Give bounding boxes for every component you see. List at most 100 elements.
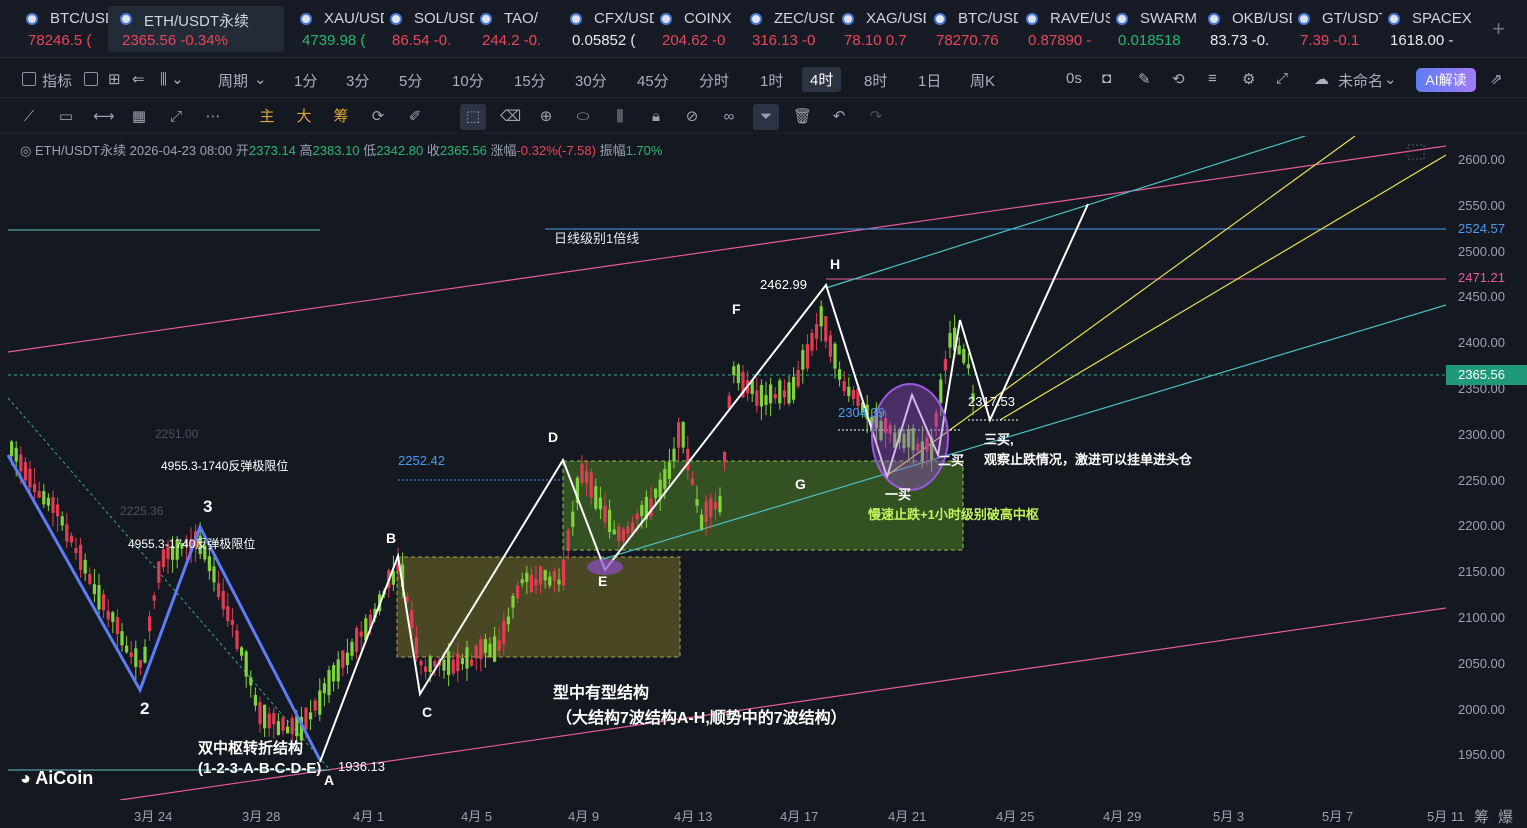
ticker-2[interactable]: XAU/USDT 4739.98 ( (288, 6, 384, 52)
ticker-6[interactable]: COINX 204.62 -0 (648, 6, 736, 52)
candle-body (28, 468, 32, 488)
candle-body (327, 670, 331, 696)
grid-icon[interactable]: ⊞ (108, 70, 121, 88)
ticker-13[interactable]: GT/USDT 7.39 -0.1 (1286, 6, 1382, 52)
candle-body (111, 612, 115, 623)
yellow-line-2[interactable] (999, 154, 1446, 421)
period-12[interactable]: 周K (970, 70, 995, 91)
dashed-trend-line[interactable] (7, 397, 331, 771)
candle-body (42, 491, 46, 505)
more-tools-icon[interactable]: ⋯ (204, 108, 222, 126)
ticker-7[interactable]: ZEC/USDT 316.13 -0 (738, 6, 834, 52)
ticker-1[interactable]: ETH/USDT永续 2365.56 -0.34% (108, 6, 284, 52)
time-tick: 5月 3 (1213, 809, 1245, 824)
period-0[interactable]: 1分 (294, 70, 317, 91)
main-chart-icon[interactable]: 主 (258, 108, 276, 126)
period-8[interactable]: 1时 (760, 70, 783, 91)
chart-type-icon[interactable]: ⫼ ⌄ (160, 70, 184, 88)
eraser-icon[interactable]: ⌫ (500, 108, 521, 126)
candle-body (125, 645, 129, 653)
ticker-4[interactable]: TAO/244.2 -0. (468, 6, 556, 52)
candle-body (14, 447, 18, 462)
list-icon[interactable]: ≡ (1208, 70, 1217, 87)
liquidation-toggle-icon[interactable]: 爆 (1498, 806, 1513, 827)
undo-icon[interactable]: ↶ (830, 108, 848, 126)
ticker-12[interactable]: OKB/USDT 83.73 -0. (1196, 6, 1292, 52)
large-icon[interactable]: 大 (295, 108, 313, 126)
ray-tool-icon[interactable]: ⤢ (167, 108, 185, 126)
fullscreen-icon[interactable]: ⤢ (1276, 70, 1288, 87)
hide-icon[interactable]: ⊘ (683, 108, 701, 126)
replay-icon[interactable]: ⟲ (1172, 70, 1185, 88)
channel-tool-icon[interactable]: ▦ (130, 108, 148, 126)
label-2: 2 (140, 699, 150, 718)
zoom-icon[interactable]: ⊕ (537, 108, 555, 126)
period-10[interactable]: 8时 (864, 70, 887, 91)
link-icon[interactable]: ∞ (720, 108, 738, 126)
candle-body (120, 631, 124, 646)
ticker-11[interactable]: SWARM 0.018518 (1104, 6, 1197, 52)
buy-3-note: 观察止跌情况，激进可以挂单进头仓 (984, 452, 1193, 467)
period-6[interactable]: 45分 (637, 70, 669, 91)
ticker-3[interactable]: SOL/USDT 86.54 -0. (378, 6, 474, 52)
candle-body (345, 652, 349, 665)
trash-icon[interactable]: 🗑︎ (793, 108, 812, 126)
chips-toggle-icon[interactable]: 筹 (1474, 806, 1489, 827)
share-icon[interactable]: ⇗ (1490, 70, 1503, 88)
settings-icon[interactable]: ⚙ (1242, 70, 1255, 88)
redo-icon[interactable]: ↷ (867, 108, 885, 126)
time-tick: 4月 29 (1103, 809, 1142, 824)
yellow-line-1[interactable] (884, 136, 1356, 478)
line-tool-icon[interactable]: ⟋ (20, 108, 38, 126)
chips-icon[interactable]: 筹 (332, 108, 350, 126)
period-3[interactable]: 10分 (452, 70, 484, 91)
ticker-0[interactable]: BTC/USDT 78246.5 ( (14, 6, 110, 52)
ticker-10[interactable]: RAVE/USDT 0.87890 - (1014, 6, 1110, 52)
channel-cyan-upper[interactable] (825, 136, 1306, 289)
period-4[interactable]: 15分 (514, 70, 546, 91)
candle-body (240, 647, 244, 656)
period-11[interactable]: 1日 (918, 70, 941, 91)
period-2[interactable]: 5分 (399, 70, 422, 91)
ticker-5[interactable]: CFX/USDT 0.05852 ( (558, 6, 654, 52)
ai-interpret-button[interactable]: AI解读 (1416, 68, 1476, 92)
period-9[interactable]: 4时 (802, 67, 842, 92)
candle-body (322, 683, 326, 694)
bitcoin-icon (26, 13, 38, 25)
period-dropdown[interactable]: 周期 (218, 70, 248, 91)
brush-icon[interactable]: ✐ (406, 108, 424, 126)
channel-upper-pink[interactable] (7, 145, 1446, 353)
period-7[interactable]: 分时 (699, 70, 729, 91)
add-ticker-button[interactable]: + (1492, 16, 1505, 42)
center-box-lower[interactable] (396, 556, 681, 658)
compare-icon[interactable]: ⇐ (132, 70, 145, 88)
chart-corner-marker[interactable] (1407, 144, 1425, 160)
magnet-icon[interactable]: ⫼ (611, 108, 629, 126)
cloud-icon[interactable]: ☁ (1314, 70, 1329, 88)
indicator-button[interactable]: 指标 (42, 70, 72, 91)
rectangle-tool-icon[interactable]: ▭ (57, 108, 75, 126)
camera-icon[interactable]: ◘ (1102, 70, 1111, 87)
ticker-9[interactable]: BTC/USDT 78270.76 (922, 6, 1018, 52)
ticker-14[interactable]: SPACEX 1618.00 - (1376, 6, 1472, 52)
candle-body (603, 505, 607, 523)
layout-name-dropdown[interactable]: 未命名 (1338, 70, 1383, 91)
select-tool-icon[interactable]: ⬚ (460, 104, 486, 130)
candle-body (474, 645, 478, 659)
sync-icon[interactable]: ⟳ (369, 108, 387, 126)
period-1[interactable]: 3分 (346, 70, 369, 91)
layout-icon[interactable] (84, 72, 98, 86)
filter-icon[interactable]: ⏷ (753, 104, 779, 130)
horizontal-line-icon[interactable]: ⟷ (93, 108, 115, 126)
period-5[interactable]: 30分 (575, 70, 607, 91)
lock-icon[interactable]: 🔒︎ (647, 108, 665, 126)
candle-body (115, 617, 119, 635)
time-axis[interactable]: 3月 24 3月 28 4月 1 4月 5 4月 9 4月 13 4月 17 4月 21 4月 … (0, 800, 1527, 828)
buy-zone-ellipse[interactable] (871, 383, 949, 491)
candle-body (332, 665, 336, 682)
candle-body (249, 677, 253, 686)
paint-icon[interactable]: ⬭ (574, 108, 592, 126)
pencil-icon[interactable]: ✎ (1138, 70, 1151, 88)
ticker-8[interactable]: XAG/USDT 78.10 0.7 (830, 6, 926, 52)
ticker-value: 244.2 -0. (482, 32, 542, 49)
